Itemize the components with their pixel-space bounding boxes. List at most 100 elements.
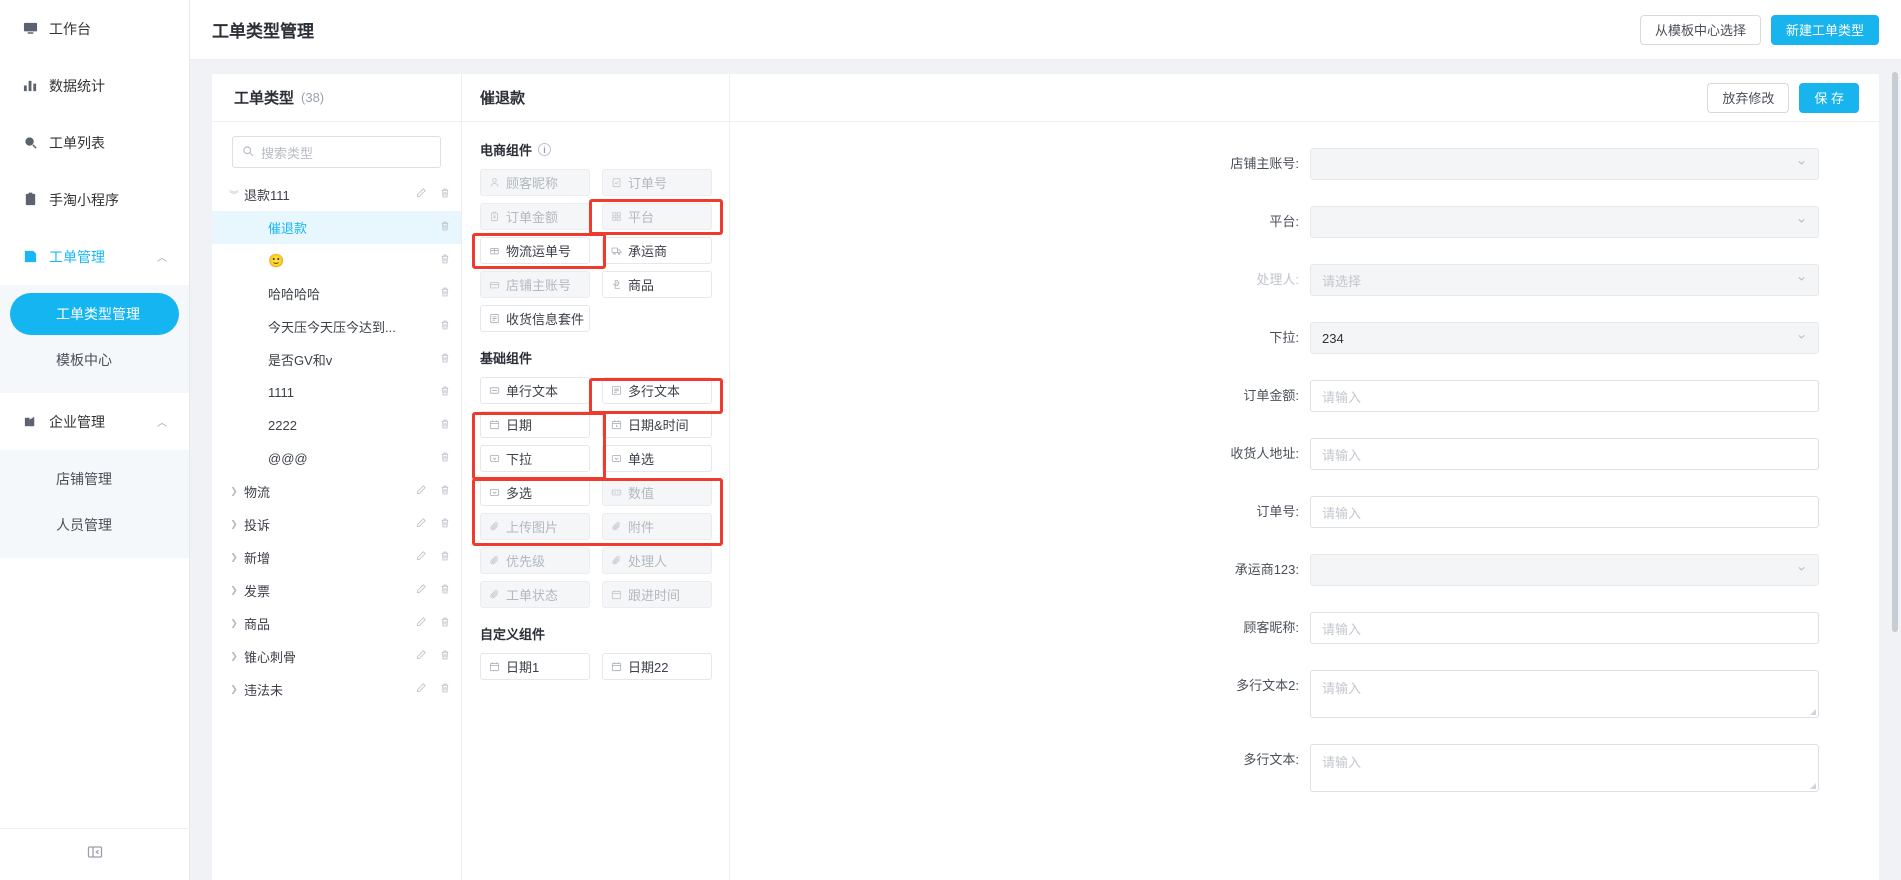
ticket-type-row[interactable]: @@@ [212, 442, 461, 475]
sidebar-item-miniprogram[interactable]: 手淘小程序 [0, 171, 189, 228]
chevron-right-icon[interactable]: ❯ [224, 486, 244, 497]
select-field[interactable] [1310, 206, 1819, 238]
delete-icon[interactable] [439, 616, 451, 631]
component-chip-basic[interactable]: 跟进时间 [602, 581, 712, 608]
ticket-type-row[interactable]: 催退款 [212, 211, 461, 244]
delete-icon[interactable] [439, 187, 451, 202]
sidebar-item-ticket-management[interactable]: 工单管理 ︿ [0, 228, 189, 285]
component-chip-basic[interactable]: 数值 [602, 479, 712, 506]
component-chip-ecommerce[interactable]: 承运商 [602, 237, 712, 264]
edit-icon[interactable] [415, 616, 427, 631]
ticket-type-list[interactable]: ︾ 退款111 催退款 🙂 哈哈哈哈 今天压今天压今达到... 是否GV和v 1111 2222… [212, 176, 461, 880]
chevron-down-icon[interactable] [1796, 273, 1807, 287]
chevron-down-icon[interactable] [1796, 215, 1807, 229]
text-input-field[interactable]: 请输入 [1310, 438, 1819, 470]
preview-form[interactable]: 店铺主账号: 平台: 处理人: 请选择 下拉: 234 订单金额: 请输入 收货人地址: 请输入订… [730, 122, 1879, 792]
chevron-up-icon[interactable]: ︿ [157, 414, 167, 429]
component-chip-basic[interactable]: 单选 [602, 445, 712, 472]
component-chip-ecommerce[interactable]: 平台 [602, 203, 712, 230]
textarea-field[interactable]: 请输入 [1310, 744, 1819, 792]
component-chip-ecommerce[interactable]: 收货信息套件 [480, 305, 590, 332]
search-input[interactable]: 搜索类型 [232, 136, 441, 168]
component-chip-basic[interactable]: 工单状态 [480, 581, 590, 608]
delete-icon[interactable] [439, 319, 451, 334]
ecommerce-component-grid[interactable]: 顾客昵称 订单号 订单金额 平台 物流运单号 承运商 店铺主账号 商品 收货信息套件 [480, 169, 713, 332]
ticket-type-row[interactable]: 今天压今天压今达到... [212, 310, 461, 343]
component-chip-basic[interactable]: 处理人 [602, 547, 712, 574]
chevron-down-icon[interactable] [1796, 331, 1807, 345]
ticket-type-row[interactable]: 2222 [212, 409, 461, 442]
edit-icon[interactable] [415, 583, 427, 598]
text-input-field[interactable]: 请输入 [1310, 496, 1819, 528]
select-field[interactable] [1310, 148, 1819, 180]
ticket-type-row[interactable]: ❯ 发票 [212, 574, 461, 607]
component-chip-basic[interactable]: 单行文本 [480, 377, 590, 404]
chevron-down-icon[interactable] [1796, 157, 1807, 171]
chevron-right-icon[interactable]: ❯ [224, 519, 244, 530]
delete-icon[interactable] [439, 352, 451, 367]
component-chip-basic[interactable]: 优先级 [480, 547, 590, 574]
ticket-type-row[interactable]: ❯ 物流 [212, 475, 461, 508]
delete-icon[interactable] [439, 682, 451, 697]
delete-icon[interactable] [439, 583, 451, 598]
sidebar-item-enterprise-management[interactable]: 企业管理 ︿ [0, 393, 189, 450]
delete-icon[interactable] [439, 385, 451, 400]
ticket-type-row[interactable]: ❯ 锥心刺骨 [212, 640, 461, 673]
new-ticket-type-button[interactable]: 新建工单类型 [1770, 14, 1879, 45]
text-input-field[interactable]: 请输入 [1310, 612, 1819, 644]
ticket-type-row[interactable]: 哈哈哈哈 [212, 277, 461, 310]
component-chip-ecommerce[interactable]: 订单号 [602, 169, 712, 196]
ticket-type-row[interactable]: 1111 [212, 376, 461, 409]
component-chip-ecommerce[interactable]: 顾客昵称 [480, 169, 590, 196]
delete-icon[interactable] [439, 286, 451, 301]
sidebar-item-workbench[interactable]: 工作台 [0, 0, 189, 57]
component-chip-ecommerce[interactable]: 订单金额 [480, 203, 590, 230]
sidebar-item-ticket-list[interactable]: 工单列表 [0, 114, 189, 171]
info-icon[interactable]: i [538, 143, 552, 156]
ticket-type-row[interactable]: ❯ 新增 [212, 541, 461, 574]
chevron-right-icon[interactable]: ❯ [224, 651, 244, 662]
component-chip-custom[interactable]: 日期22 [602, 653, 712, 680]
chevron-down-icon[interactable]: ︾ [224, 188, 244, 201]
ticket-type-row[interactable]: ❯ 商品 [212, 607, 461, 640]
ticket-type-row[interactable]: 是否GV和v [212, 343, 461, 376]
component-chip-ecommerce[interactable]: 店铺主账号 [480, 271, 590, 298]
text-input-field[interactable]: 请输入 [1310, 380, 1819, 412]
select-field[interactable]: 请选择 [1310, 264, 1819, 296]
component-chip-basic[interactable]: 上传图片 [480, 513, 590, 540]
delete-icon[interactable] [439, 649, 451, 664]
component-chip-ecommerce[interactable]: 物流运单号 [480, 237, 590, 264]
delete-icon[interactable] [439, 220, 451, 235]
choose-from-template-center-button[interactable]: 从模板中心选择 [1639, 14, 1761, 45]
ticket-type-row[interactable]: ︾ 退款111 [212, 178, 461, 211]
component-chip-ecommerce[interactable]: 商品 [602, 271, 712, 298]
page-scrollbar[interactable] [1892, 72, 1898, 632]
chevron-right-icon[interactable]: ❯ [224, 684, 244, 695]
ticket-type-row[interactable]: 🙂 [212, 244, 461, 277]
sidebar-item-template-center[interactable]: 模板中心 [10, 339, 179, 381]
component-chip-basic[interactable]: 下拉 [480, 445, 590, 472]
discard-changes-button[interactable]: 放弃修改 [1707, 82, 1790, 113]
edit-icon[interactable] [415, 649, 427, 664]
edit-icon[interactable] [415, 517, 427, 532]
sidebar-item-staff-management[interactable]: 人员管理 [10, 504, 179, 546]
edit-icon[interactable] [415, 484, 427, 499]
select-field[interactable]: 234 [1310, 322, 1819, 354]
delete-icon[interactable] [439, 484, 451, 499]
chevron-right-icon[interactable]: ❯ [224, 552, 244, 563]
sidebar-item-shop-management[interactable]: 店铺管理 [10, 458, 179, 500]
delete-icon[interactable] [439, 253, 451, 268]
delete-icon[interactable] [439, 517, 451, 532]
basic-component-grid[interactable]: 单行文本 多行文本 日期 日期&时间 下拉 单选 多选 数值 上传图片 附件 优先级 处理人 工单状态 跟… [480, 377, 713, 608]
edit-icon[interactable] [415, 550, 427, 565]
delete-icon[interactable] [439, 451, 451, 466]
sidebar-collapse-button[interactable] [0, 828, 190, 880]
chevron-down-icon[interactable] [1796, 563, 1807, 577]
component-chip-custom[interactable]: 日期1 [480, 653, 590, 680]
delete-icon[interactable] [439, 550, 451, 565]
chevron-right-icon[interactable]: ❯ [224, 585, 244, 596]
ticket-type-row[interactable]: ❯ 违法未 [212, 673, 461, 706]
ticket-type-row[interactable]: ❯ 投诉 [212, 508, 461, 541]
textarea-field[interactable]: 请输入 [1310, 670, 1819, 718]
component-chip-basic[interactable]: 日期 [480, 411, 590, 438]
